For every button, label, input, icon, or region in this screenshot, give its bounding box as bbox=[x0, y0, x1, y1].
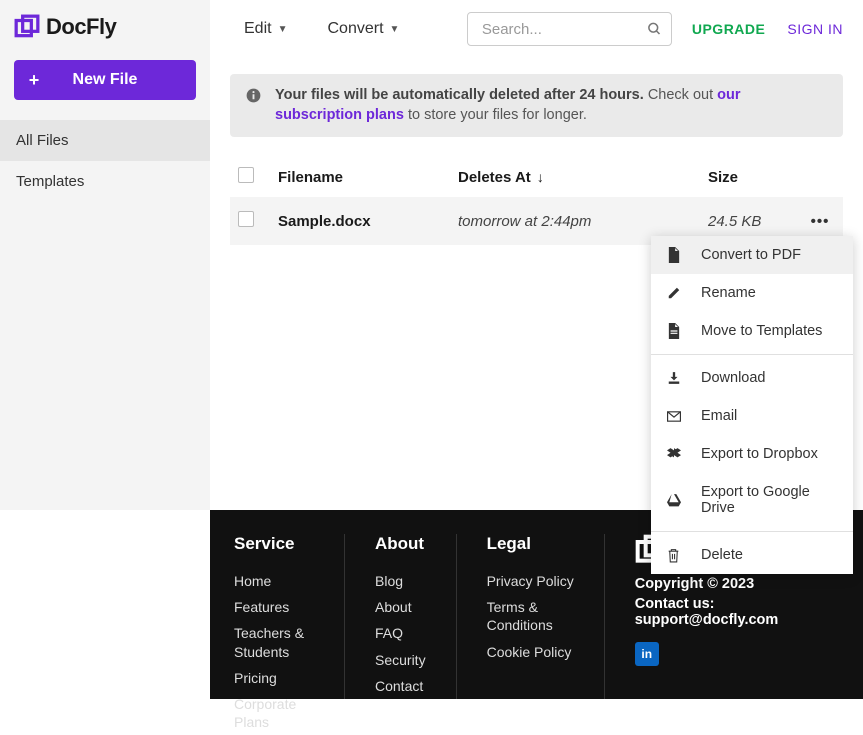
logo-text: DocFly bbox=[46, 14, 116, 40]
size-header[interactable]: Size bbox=[708, 169, 805, 186]
select-all-checkbox[interactable] bbox=[238, 167, 254, 183]
caret-down-icon: ▼ bbox=[390, 24, 400, 35]
row-check-column bbox=[238, 211, 278, 231]
footer-link-privacy[interactable]: Privacy Policy bbox=[487, 568, 574, 594]
footer-heading-legal: Legal bbox=[487, 534, 574, 554]
sidebar-nav: All Files Templates bbox=[0, 120, 210, 202]
sort-down-icon: ↓ bbox=[537, 169, 544, 185]
sidebar: DocFly + New File All Files Templates bbox=[0, 0, 210, 510]
logo-icon bbox=[14, 14, 40, 40]
menu-export-dropbox[interactable]: Export to Dropbox bbox=[651, 435, 853, 473]
sidebar-item-all-files[interactable]: All Files bbox=[0, 120, 210, 161]
footer-link-home[interactable]: Home bbox=[234, 568, 314, 594]
google-drive-icon bbox=[667, 494, 683, 507]
menu-label: Email bbox=[701, 408, 737, 424]
filename-header[interactable]: Filename bbox=[278, 169, 458, 186]
pencil-icon bbox=[667, 286, 683, 300]
row-filename: Sample.docx bbox=[278, 213, 458, 230]
row-deletes: tomorrow at 2:44pm bbox=[458, 213, 708, 230]
footer-heading-about: About bbox=[375, 534, 426, 554]
search-box bbox=[467, 12, 672, 46]
logo[interactable]: DocFly bbox=[0, 0, 210, 60]
more-icon[interactable]: ••• bbox=[811, 213, 830, 230]
footer-link-corporate[interactable]: Corporate Plans bbox=[234, 691, 314, 735]
new-file-label: New File bbox=[14, 71, 196, 89]
sidebar-item-templates[interactable]: Templates bbox=[0, 161, 210, 202]
footer-link-teachers[interactable]: Teachers & Students bbox=[234, 620, 314, 664]
dropbox-icon bbox=[667, 448, 683, 461]
signin-link[interactable]: SIGN IN bbox=[787, 21, 843, 37]
edit-dropdown[interactable]: Edit ▼ bbox=[230, 10, 313, 48]
footer-heading-service: Service bbox=[234, 534, 314, 554]
menu-separator bbox=[651, 354, 853, 355]
footer-link-faq[interactable]: FAQ bbox=[375, 620, 426, 646]
menu-convert-pdf[interactable]: Convert to PDF bbox=[651, 236, 853, 274]
deletes-header-label: Deletes At bbox=[458, 169, 531, 186]
row-size: 24.5 KB bbox=[708, 213, 805, 230]
select-all-column bbox=[238, 167, 278, 187]
menu-label: Delete bbox=[701, 547, 743, 563]
footer-copyright: Copyright © 2023 bbox=[635, 576, 839, 592]
new-file-button[interactable]: + New File bbox=[14, 60, 196, 100]
notice-bar: Your files will be automatically deleted… bbox=[230, 74, 843, 137]
upgrade-link[interactable]: UPGRADE bbox=[692, 21, 766, 37]
notice-text: Your files will be automatically deleted… bbox=[275, 86, 827, 125]
search-icon[interactable] bbox=[647, 22, 662, 37]
footer-link-security[interactable]: Security bbox=[375, 647, 426, 673]
menu-download[interactable]: Download bbox=[651, 359, 853, 397]
menu-label: Export to Dropbox bbox=[701, 446, 818, 462]
footer-link-pricing[interactable]: Pricing bbox=[234, 665, 314, 691]
menu-export-gdrive[interactable]: Export to Google Drive bbox=[651, 473, 853, 527]
row-checkbox[interactable] bbox=[238, 211, 254, 227]
footer-legal-column: Legal Privacy Policy Terms & Conditions … bbox=[487, 534, 605, 699]
context-menu: Convert to PDF Rename Move to Templates … bbox=[651, 236, 853, 574]
edit-label: Edit bbox=[244, 20, 272, 38]
file-pdf-icon bbox=[667, 247, 683, 263]
menu-label: Rename bbox=[701, 285, 756, 301]
footer-link-about[interactable]: About bbox=[375, 594, 426, 620]
footer-link-features[interactable]: Features bbox=[234, 594, 314, 620]
menu-separator bbox=[651, 531, 853, 532]
menu-label: Convert to PDF bbox=[701, 247, 801, 263]
menu-email[interactable]: Email bbox=[651, 397, 853, 435]
convert-dropdown[interactable]: Convert ▼ bbox=[313, 10, 425, 48]
notice-prefix: Your files will be automatically deleted… bbox=[275, 87, 644, 103]
topbar: Edit ▼ Convert ▼ UPGRADE SIGN IN bbox=[210, 0, 863, 58]
menu-rename[interactable]: Rename bbox=[651, 274, 853, 312]
footer-link-blog[interactable]: Blog bbox=[375, 568, 426, 594]
notice-checkout: Check out bbox=[648, 87, 713, 103]
deletes-header[interactable]: Deletes At ↓ bbox=[458, 169, 708, 186]
footer-link-contact[interactable]: Contact bbox=[375, 673, 426, 699]
notice-suffix: to store your files for longer. bbox=[408, 107, 587, 123]
footer-service-column: Service Home Features Teachers & Student… bbox=[234, 534, 345, 699]
envelope-icon bbox=[667, 411, 683, 422]
footer-support: Contact us: support@docfly.com bbox=[635, 596, 839, 628]
menu-delete[interactable]: Delete bbox=[651, 536, 853, 574]
menu-move-templates[interactable]: Move to Templates bbox=[651, 312, 853, 350]
caret-down-icon: ▼ bbox=[278, 24, 288, 35]
table-header: Filename Deletes At ↓ Size bbox=[230, 157, 843, 197]
menu-label: Download bbox=[701, 370, 766, 386]
convert-label: Convert bbox=[327, 20, 383, 38]
row-actions: ••• bbox=[805, 213, 835, 230]
info-icon bbox=[246, 88, 261, 125]
footer-link-cookie[interactable]: Cookie Policy bbox=[487, 639, 574, 665]
download-icon bbox=[667, 371, 683, 385]
footer-link-terms[interactable]: Terms & Conditions bbox=[487, 594, 567, 638]
search-input[interactable] bbox=[467, 12, 672, 46]
footer-about-column: About Blog About FAQ Security Contact bbox=[375, 534, 457, 699]
menu-label: Move to Templates bbox=[701, 323, 822, 339]
menu-label: Export to Google Drive bbox=[701, 484, 837, 516]
file-table: Filename Deletes At ↓ Size Sample.docx t… bbox=[230, 157, 843, 245]
linkedin-icon[interactable]: in bbox=[635, 642, 659, 666]
file-icon bbox=[667, 323, 683, 339]
trash-icon bbox=[667, 548, 683, 563]
